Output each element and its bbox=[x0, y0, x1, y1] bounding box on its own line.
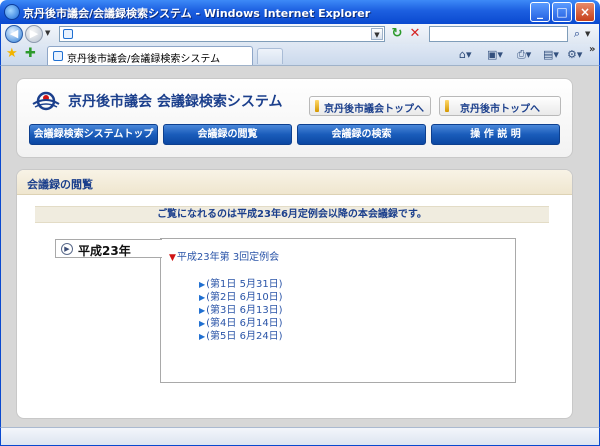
day-link[interactable]: ▶(第1日 5月31日) bbox=[199, 278, 283, 291]
address-dropdown-icon[interactable]: ▼ bbox=[371, 28, 383, 40]
link-bar-icon bbox=[445, 100, 449, 112]
maximize-button[interactable]: □ bbox=[552, 2, 572, 22]
search-icon[interactable]: ⌕ bbox=[570, 26, 584, 42]
search-input[interactable] bbox=[429, 26, 568, 42]
day-link[interactable]: ▶(第3日 6月13日) bbox=[199, 304, 283, 317]
page-menu-icon[interactable]: ▤▾ bbox=[543, 48, 559, 62]
history-dropdown-icon[interactable]: ▼ bbox=[45, 29, 50, 37]
status-bar bbox=[0, 427, 600, 446]
section-title: 会議録の閲覧 bbox=[27, 178, 93, 191]
availability-notice: ご覧になれるのは平成23年6月定例会以降の本会議録です。 bbox=[35, 206, 549, 223]
tab-label: 京丹後市議会/会議録検索システム bbox=[67, 54, 221, 65]
window-title: 京丹後市議会/会議録検索システム - Windows Internet Expl… bbox=[23, 7, 371, 20]
triangle-right-icon: ▶ bbox=[199, 293, 206, 302]
refresh-icon[interactable]: ↻ bbox=[389, 26, 405, 42]
triangle-right-icon: ▶ bbox=[199, 306, 206, 315]
add-favorites-icon[interactable]: ✚ bbox=[25, 47, 36, 61]
triangle-down-icon: ▼ bbox=[169, 253, 176, 263]
tab-bar: ★ ✚ 京丹後市議会/会議録検索システム ⌂▾ ▣▾ ⎙▾ ▤▾ ⚙▾ » bbox=[0, 44, 600, 66]
day-link[interactable]: ▶(第5日 6月24日) bbox=[199, 330, 283, 343]
section-header: 会議録の閲覧 bbox=[17, 170, 572, 195]
city-top-link[interactable]: 京丹後市トップへ bbox=[439, 96, 561, 116]
city-council-top-link[interactable]: 京丹後市議会トップへ bbox=[309, 96, 431, 116]
site-title: 京丹後市議会 会議録検索システム bbox=[68, 94, 283, 110]
city-logo-icon bbox=[32, 91, 60, 111]
stop-icon[interactable]: ✕ bbox=[407, 26, 423, 42]
close-button[interactable]: × bbox=[575, 2, 595, 22]
triangle-right-icon: ▶ bbox=[199, 280, 206, 289]
triangle-right-icon: ▶ bbox=[199, 332, 206, 341]
tab-current[interactable]: 京丹後市議会/会議録検索システム bbox=[47, 46, 253, 65]
day-link[interactable]: ▶(第4日 6月14日) bbox=[199, 317, 283, 330]
minimize-button[interactable]: _ bbox=[530, 2, 550, 22]
new-tab-button[interactable] bbox=[257, 48, 283, 64]
tools-gear-icon[interactable]: ⚙▾ bbox=[567, 48, 582, 62]
feeds-icon[interactable]: ▣▾ bbox=[487, 48, 503, 62]
menu-search-minutes[interactable]: 会議録の検索 bbox=[297, 124, 426, 145]
year-tab[interactable]: ▶ 平成23年 bbox=[55, 239, 162, 258]
page-icon bbox=[53, 51, 63, 61]
ie-logo-icon bbox=[4, 4, 20, 20]
favorites-star-icon[interactable]: ★ bbox=[6, 47, 18, 61]
page-icon bbox=[63, 29, 73, 39]
day-link[interactable]: ▶(第2日 6月10日) bbox=[199, 291, 283, 304]
triangle-right-icon: ▶ bbox=[199, 319, 206, 328]
home-icon[interactable]: ⌂▾ bbox=[459, 48, 472, 62]
link-bar-icon bbox=[315, 100, 319, 112]
navigation-bar: ◀ ▶ ▼ ▼ ↻ ✕ ⌕ ▼ bbox=[0, 24, 600, 44]
menu-system-top[interactable]: 会議録検索システムトップ bbox=[29, 124, 158, 145]
day-list: ▶(第1日 5月31日) ▶(第2日 6月10日) ▶(第3日 6月13日) ▶… bbox=[199, 278, 283, 343]
menu-operation-guide[interactable]: 操 作 説 明 bbox=[431, 124, 560, 145]
address-bar[interactable]: ▼ bbox=[59, 26, 385, 42]
session-link[interactable]: ▼平成23年第 3回定例会 bbox=[169, 248, 279, 263]
menu-browse-minutes[interactable]: 会議録の閲覧 bbox=[163, 124, 292, 145]
site-header: 京丹後市議会 会議録検索システム 京丹後市議会トップへ 京丹後市トップへ 会議録… bbox=[16, 78, 573, 158]
circle-arrow-icon: ▶ bbox=[61, 243, 73, 255]
page-viewport: 京丹後市議会 会議録検索システム 京丹後市議会トップへ 京丹後市トップへ 会議録… bbox=[0, 66, 600, 427]
more-commands-icon[interactable]: » bbox=[589, 44, 595, 55]
back-arrow-icon[interactable]: ◀ bbox=[5, 25, 23, 43]
browse-panel: 会議録の閲覧 ご覧になれるのは平成23年6月定例会以降の本会議録です。 ▶ 平成… bbox=[16, 169, 573, 419]
search-options-icon[interactable]: ▼ bbox=[585, 30, 590, 38]
year-label: 平成23年 bbox=[78, 244, 131, 258]
window-title-bar: 京丹後市議会/会議録検索システム - Windows Internet Expl… bbox=[0, 0, 600, 24]
forward-arrow-icon[interactable]: ▶ bbox=[25, 25, 43, 43]
print-icon[interactable]: ⎙▾ bbox=[517, 48, 531, 62]
